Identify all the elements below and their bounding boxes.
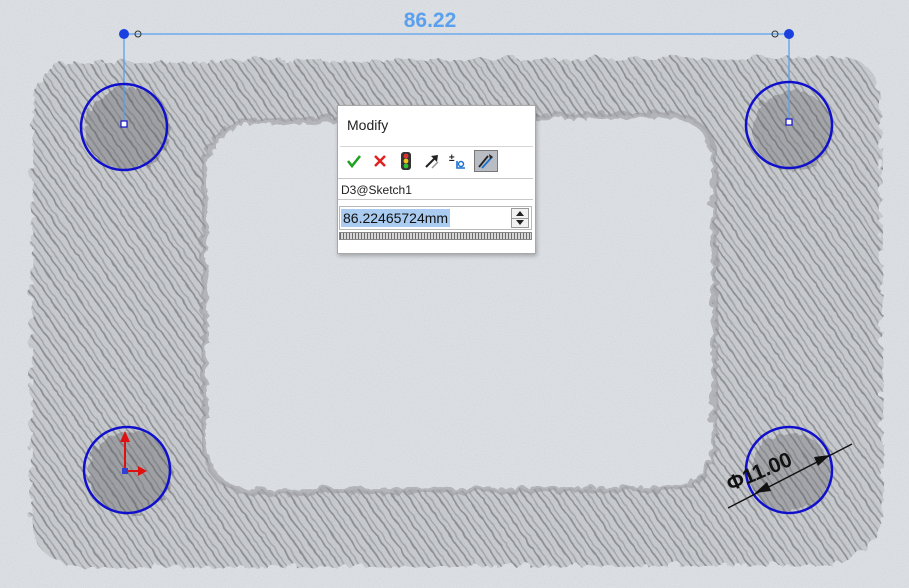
- dimension-value-text[interactable]: 86.22465724mm: [341, 209, 451, 227]
- modify-dialog-title: Modify: [347, 117, 389, 133]
- modify-dialog-toolbar: ±: [340, 146, 533, 175]
- dimension-endpoint-right[interactable]: [784, 29, 794, 39]
- reverse-dimension-button[interactable]: [420, 150, 444, 172]
- center-point-top-left[interactable]: [120, 120, 128, 128]
- dimension-value-input[interactable]: 86.22465724mm: [339, 206, 532, 230]
- dimension-name-field: D3@Sketch1: [338, 178, 533, 200]
- pencil-sketch-drawing: [0, 0, 909, 588]
- horizontal-dimension-value[interactable]: 86.22: [380, 9, 480, 33]
- mark-dimension-for-drawing-icon: [478, 154, 493, 169]
- dimension-endpoint-left[interactable]: [119, 29, 129, 39]
- traffic-light-icon: [401, 152, 411, 170]
- reverse-arrow-icon: [425, 155, 439, 169]
- modify-dialog: Modify ± D3@Sketch1 86.22465724mm: [337, 105, 536, 254]
- sketch-canvas[interactable]: 86.22 Φ11.00: [0, 0, 909, 588]
- spin-down-button[interactable]: [512, 218, 528, 227]
- ok-button[interactable]: [342, 150, 366, 172]
- value-thumbwheel[interactable]: [339, 232, 532, 240]
- mark-dimension-button[interactable]: ±: [446, 150, 470, 172]
- mark-dimension-icon: ±: [449, 153, 465, 169]
- chevron-down-icon: [516, 220, 524, 225]
- cancel-icon: [374, 155, 386, 167]
- center-point-top-right[interactable]: [785, 118, 793, 126]
- rebuild-button[interactable]: [394, 150, 418, 172]
- cancel-button[interactable]: [368, 150, 392, 172]
- value-spinner[interactable]: [511, 208, 529, 228]
- mark-for-drawing-button[interactable]: [474, 150, 498, 172]
- svg-text:±: ±: [449, 153, 455, 164]
- chevron-up-icon: [516, 211, 524, 216]
- check-icon: [346, 155, 362, 169]
